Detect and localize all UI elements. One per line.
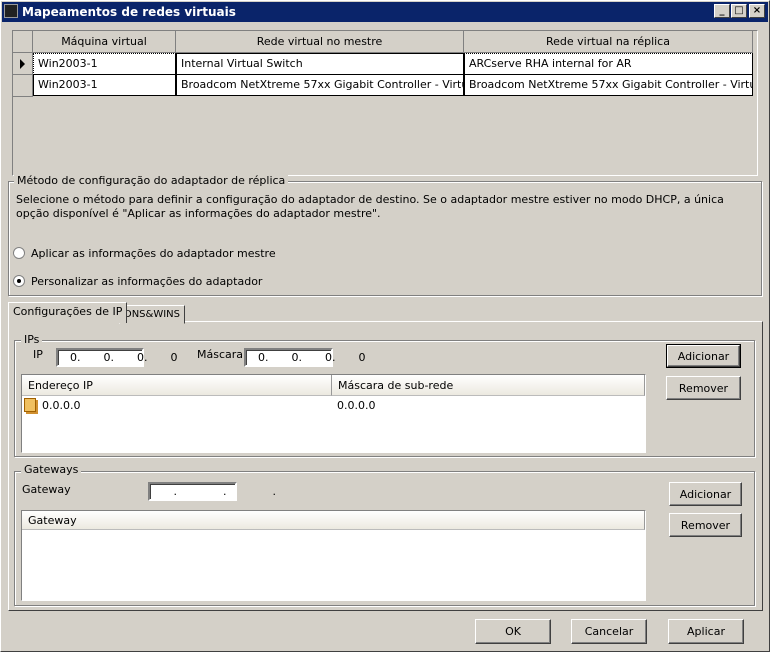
radio-button[interactable] [13,247,25,259]
column-header[interactable]: Endereço IP [22,375,332,396]
column-header[interactable]: Máquina virtual [33,31,176,53]
grid-cell[interactable]: Broadcom NetXtreme 57xx Gigabit Controll… [176,74,464,96]
row-header[interactable] [13,75,33,97]
column-header[interactable]: Rede virtual no mestre [176,31,464,53]
cancel-button[interactable]: Cancelar [571,619,647,644]
vm-network-grid: Máquina virtual Rede virtual no mestre R… [12,30,758,176]
grid-cell[interactable]: Broadcom NetXtreme 57xx Gigabit Controll… [464,74,753,96]
row-header-current[interactable] [13,53,33,75]
close-button[interactable]: × [749,4,765,18]
radio-customize[interactable]: Personalizar as informações do adaptador [13,274,413,290]
tab-ip-settings[interactable]: Configurações de IP [8,302,128,323]
radio-label: Aplicar as informações do adaptador mest… [31,247,276,260]
ok-button[interactable]: OK [475,619,551,644]
ip-label: IP [33,348,43,361]
gateway-list: Gateway [21,510,646,601]
remove-ip-button[interactable]: Remover [666,376,741,400]
tab-dns-wins[interactable]: DNS&WINS [119,305,185,324]
radio-apply-master[interactable]: Aplicar as informações do adaptador mest… [13,246,413,262]
method-description: Selecione o método para definir a config… [16,193,724,220]
grid-cell[interactable]: Win2003-1 [33,74,176,96]
mask-cell: 0.0.0.0 [337,399,376,412]
ip-entry-icon [24,398,36,412]
minimize-button[interactable]: _ [714,4,730,18]
gateway-label: Gateway [22,483,71,496]
ip-address-cell: 0.0.0.0 [42,399,81,412]
current-row-arrow-icon [20,59,25,69]
apply-button[interactable]: Aplicar [668,619,744,644]
column-header[interactable]: Gateway [22,511,645,530]
grid-corner [13,31,33,53]
title-bar: Mapeamentos de redes virtuais [2,2,768,22]
grid-cell[interactable]: Internal Virtual Switch [176,53,464,75]
app-icon [4,4,18,18]
list-item[interactable]: 0.0.0.0 0.0.0.0 [22,397,644,415]
gateway-input[interactable]: . . . [148,482,276,501]
grid-cell[interactable]: Win2003-1 [33,53,176,75]
ip-list: Endereço IP Máscara de sub-rede 0.0.0.0 … [21,374,646,453]
radio-button-selected[interactable] [13,275,25,287]
grid-cell[interactable]: ARCserve RHA internal for AR [464,53,753,75]
mask-input[interactable]: 0. 0. 0. 0 [244,348,365,367]
add-gateway-button[interactable]: Adicionar [669,482,742,506]
ip-address-input[interactable]: 0. 0. 0. 0 [56,348,177,367]
radio-label: Personalizar as informações do adaptador [31,275,263,288]
maximize-button[interactable]: □ [731,4,747,18]
method-group-title: Método de configuração do adaptador de r… [14,174,289,187]
gateways-group-title: Gateways [21,463,82,476]
remove-gateway-button[interactable]: Remover [669,513,742,537]
window-title: Mapeamentos de redes virtuais [22,5,236,19]
column-header[interactable]: Máscara de sub-rede [332,375,645,396]
ips-group-title: IPs [21,333,43,346]
mask-label: Máscara [197,348,244,361]
column-header[interactable]: Rede virtual na réplica [464,31,753,53]
add-ip-button[interactable]: Adicionar [666,344,741,368]
